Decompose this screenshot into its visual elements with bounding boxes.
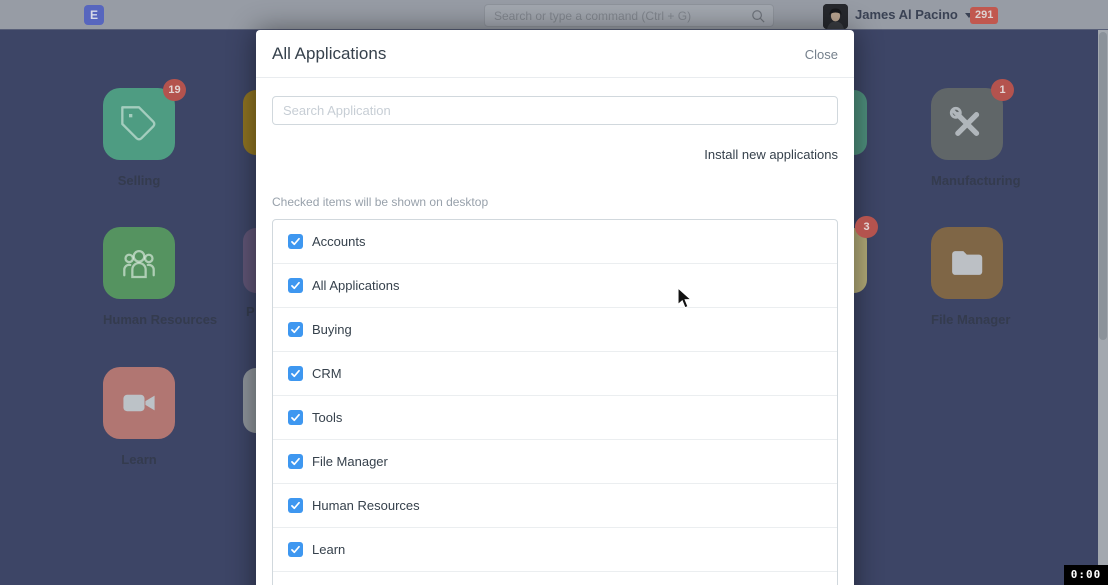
folder-icon bbox=[946, 242, 988, 284]
check-icon bbox=[290, 544, 301, 555]
global-search bbox=[484, 4, 774, 27]
check-icon bbox=[290, 280, 301, 291]
app-row-label: Learn bbox=[312, 541, 345, 558]
check-icon bbox=[290, 368, 301, 379]
app-row-file-manager[interactable]: File Manager bbox=[273, 440, 837, 484]
user-name: James Al Pacino bbox=[855, 7, 958, 22]
app-row-label: Tools bbox=[312, 409, 342, 426]
app-row-buying[interactable]: Buying bbox=[273, 308, 837, 352]
scrollbar-thumb[interactable] bbox=[1099, 32, 1107, 340]
desktop-icon-learn[interactable]: Learn bbox=[103, 367, 175, 467]
app-row-human-resources[interactable]: Human Resources bbox=[273, 484, 837, 528]
desktop-icon-label: Manufacturing bbox=[931, 173, 1003, 188]
user-menu[interactable]: James Al Pacino bbox=[855, 7, 973, 24]
application-search-input[interactable] bbox=[272, 96, 838, 125]
manufacturing-tile: 1 bbox=[931, 88, 1003, 160]
check-icon bbox=[290, 412, 301, 423]
learn-tile bbox=[103, 367, 175, 439]
app-row-label: All Applications bbox=[312, 277, 399, 294]
partial-icon-left-3[interactable] bbox=[243, 368, 256, 433]
app-row-all-applications[interactable]: All Applications bbox=[273, 264, 837, 308]
global-search-input[interactable] bbox=[485, 5, 773, 26]
search-icon bbox=[751, 9, 766, 24]
tag-icon bbox=[119, 104, 159, 144]
desktop-icon-file-manager[interactable]: File Manager bbox=[931, 227, 1003, 327]
partial-icon-left-2[interactable] bbox=[243, 228, 256, 293]
desktop-icon-manufacturing[interactable]: 1 Manufacturing bbox=[931, 88, 1003, 188]
checkbox-checked[interactable] bbox=[288, 278, 303, 293]
app-logo[interactable]: E bbox=[84, 5, 104, 25]
mouse-cursor bbox=[677, 287, 695, 311]
notification-badge[interactable]: 291 bbox=[970, 7, 998, 24]
check-icon bbox=[290, 324, 301, 335]
check-icon bbox=[290, 236, 301, 247]
tools-icon bbox=[946, 103, 988, 145]
avatar[interactable] bbox=[823, 4, 848, 29]
app-row-label: File Manager bbox=[312, 453, 388, 470]
desktop-icon-label: File Manager bbox=[931, 312, 1003, 327]
app-row-crm[interactable]: CRM bbox=[273, 352, 837, 396]
partial-icon-count-badge: 3 bbox=[855, 216, 878, 238]
checkbox-checked[interactable] bbox=[288, 498, 303, 513]
checkbox-checked[interactable] bbox=[288, 454, 303, 469]
navbar: E James Al Pacino 291 bbox=[0, 0, 1108, 30]
partial-icon-label: P bbox=[246, 304, 255, 319]
selling-count-badge: 19 bbox=[163, 79, 186, 101]
recording-timer: 0:00 bbox=[1064, 565, 1108, 585]
selling-tile: 19 bbox=[103, 88, 175, 160]
checked-items-hint: Checked items will be shown on desktop bbox=[272, 195, 838, 209]
video-icon bbox=[117, 381, 161, 425]
app-row-manufacturing[interactable]: Manufacturing bbox=[273, 572, 837, 585]
modal-close-button[interactable]: Close bbox=[805, 47, 838, 62]
app-row-label: Human Resources bbox=[312, 497, 420, 514]
partial-icon-left-1[interactable] bbox=[243, 90, 256, 155]
desktop-icon-label: Selling bbox=[103, 173, 175, 188]
modal-body: Install new applications Checked items w… bbox=[256, 78, 854, 585]
check-icon bbox=[290, 456, 301, 467]
all-applications-modal: All Applications Close Install new appli… bbox=[256, 30, 854, 585]
app-row-tools[interactable]: Tools bbox=[273, 396, 837, 440]
human-resources-tile bbox=[103, 227, 175, 299]
desktop-icon-selling[interactable]: 19 Selling bbox=[103, 88, 175, 188]
avatar-image bbox=[823, 4, 848, 29]
app-row-label: Buying bbox=[312, 321, 352, 338]
checkbox-checked[interactable] bbox=[288, 410, 303, 425]
file-manager-tile bbox=[931, 227, 1003, 299]
manufacturing-count-badge: 1 bbox=[991, 79, 1014, 101]
checkbox-checked[interactable] bbox=[288, 366, 303, 381]
modal-title: All Applications bbox=[272, 44, 386, 64]
application-list: Accounts All Applications Buying CRM Too… bbox=[272, 219, 838, 585]
checkbox-checked[interactable] bbox=[288, 542, 303, 557]
desktop-icon-human-resources[interactable]: Human Resources bbox=[103, 227, 175, 327]
app-row-label: Accounts bbox=[312, 233, 365, 250]
partial-icon-right-1[interactable] bbox=[854, 90, 867, 155]
app-row-label: CRM bbox=[312, 365, 342, 382]
scrollbar[interactable] bbox=[1098, 30, 1108, 585]
checkbox-checked[interactable] bbox=[288, 322, 303, 337]
desktop-icon-label: Learn bbox=[103, 452, 175, 467]
modal-header: All Applications Close bbox=[256, 30, 854, 78]
desktop-icon-label: Human Resources bbox=[103, 312, 175, 327]
app-row-learn[interactable]: Learn bbox=[273, 528, 837, 572]
check-icon bbox=[290, 500, 301, 511]
people-icon bbox=[118, 242, 160, 284]
install-new-applications-link[interactable]: Install new applications bbox=[272, 147, 838, 162]
app-row-accounts[interactable]: Accounts bbox=[273, 220, 837, 264]
checkbox-checked[interactable] bbox=[288, 234, 303, 249]
